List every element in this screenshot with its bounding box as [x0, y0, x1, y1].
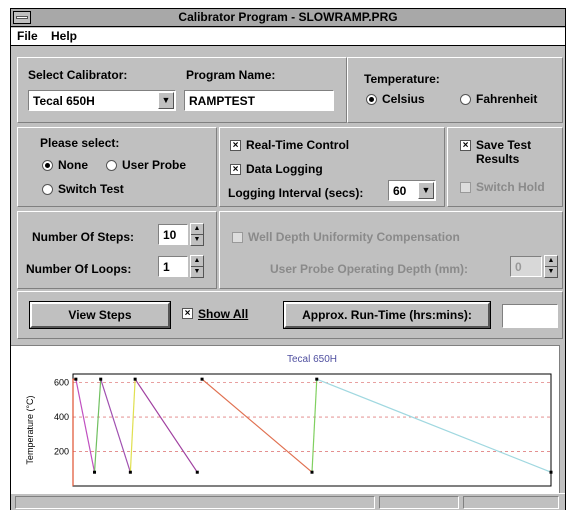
y-tick-label-0: 200: [54, 447, 69, 457]
celsius-radio[interactable]: [366, 94, 377, 105]
chevron-down-icon[interactable]: ▼: [191, 234, 203, 244]
data-point-0: [74, 377, 78, 381]
number-of-loops-label: Number Of Loops:: [26, 262, 132, 276]
number-of-steps-input[interactable]: 10: [158, 224, 188, 245]
vertical-scrollbar[interactable]: [559, 345, 565, 493]
show-all-label[interactable]: Show All: [198, 307, 248, 321]
data-point-1: [93, 470, 97, 474]
title-bar[interactable]: Calibrator Program - SLOWRAMP.PRG: [11, 9, 565, 27]
probe-depth-input[interactable]: 0: [510, 256, 542, 277]
data-point-4: [133, 377, 137, 381]
number-of-loops-value: 1: [163, 260, 170, 274]
status-cell-3: [463, 496, 559, 509]
menu-help[interactable]: Help: [51, 29, 77, 43]
chevron-down-icon[interactable]: ▼: [191, 266, 203, 276]
data-logging-label[interactable]: Data Logging: [246, 162, 323, 176]
data-point-5: [195, 470, 199, 474]
calibrator-window: Calibrator Program - SLOWRAMP.PRG File H…: [10, 8, 566, 510]
chart-title: Tecal 650H: [287, 354, 337, 365]
calibrator-select-value: Tecal 650H: [33, 94, 95, 108]
well-depth-label: Well Depth Uniformity Compensation: [248, 230, 460, 244]
none-label[interactable]: None: [58, 158, 88, 172]
actions-group: View Steps × Show All Approx. Run-Time (…: [17, 291, 563, 339]
select-calibrator-label: Select Calibrator:: [28, 68, 128, 82]
data-point-2: [99, 377, 103, 381]
program-name-input[interactable]: RAMPTEST: [184, 90, 334, 111]
chart-panel: Tecal 650H 200 400 600 Temperature (°C): [11, 345, 565, 493]
save-group: × Save Test Results Switch Hold: [447, 127, 563, 207]
chevron-down-icon[interactable]: ▼: [158, 92, 174, 109]
status-cell-1: [15, 496, 375, 509]
please-select-group: Please select: None User Probe Switch Te…: [17, 127, 217, 207]
program-name-value: RAMPTEST: [189, 94, 255, 108]
temperature-label: Temperature:: [364, 72, 440, 86]
temperature-group: Temperature: Celsius Fahrenheit: [347, 57, 563, 123]
fahrenheit-label[interactable]: Fahrenheit: [476, 92, 537, 106]
chevron-down-icon[interactable]: ▼: [418, 182, 434, 199]
switch-hold-checkbox[interactable]: [460, 182, 471, 193]
loops-stepper[interactable]: ▲ ▼: [190, 255, 204, 278]
view-steps-button[interactable]: View Steps: [29, 301, 171, 329]
control-group: × Real-Time Control × Data Logging Loggi…: [219, 127, 445, 207]
switch-test-label[interactable]: Switch Test: [58, 182, 124, 196]
status-cell-2: [379, 496, 459, 509]
fahrenheit-radio[interactable]: [460, 94, 471, 105]
save-results-checkbox[interactable]: ×: [460, 140, 471, 151]
show-all-checkbox[interactable]: ×: [182, 308, 193, 319]
switch-hold-label: Switch Hold: [476, 180, 545, 194]
probe-depth-value: 0: [515, 260, 522, 274]
window-title: Calibrator Program - SLOWRAMP.PRG: [178, 10, 398, 24]
temperature-chart: Tecal 650H 200 400 600 Temperature (°C): [25, 354, 553, 487]
user-probe-label[interactable]: User Probe: [122, 158, 186, 172]
program-name-label: Program Name:: [186, 68, 276, 82]
user-probe-radio[interactable]: [106, 160, 117, 171]
data-logging-checkbox[interactable]: ×: [230, 164, 241, 175]
data-point-9: [549, 470, 553, 474]
celsius-label[interactable]: Celsius: [382, 92, 425, 106]
runtime-output: [502, 304, 558, 328]
save-results-label[interactable]: Save Test Results: [476, 138, 556, 166]
chevron-down-icon[interactable]: ▼: [545, 266, 557, 276]
runtime-button[interactable]: Approx. Run-Time (hrs:mins):: [283, 301, 491, 329]
status-bar: [11, 493, 565, 510]
well-depth-checkbox[interactable]: [232, 232, 243, 243]
logging-interval-select[interactable]: 60 ▼: [388, 180, 436, 201]
probe-depth-label: User Probe Operating Depth (mm):: [270, 262, 469, 276]
chevron-up-icon[interactable]: ▲: [191, 256, 203, 266]
data-point-8: [315, 377, 319, 381]
y-axis-label: Temperature (°C): [25, 395, 35, 464]
data-point-6: [200, 377, 204, 381]
menu-file[interactable]: File: [17, 29, 38, 43]
y-tick-label-1: 400: [54, 412, 69, 422]
calibrator-group: Select Calibrator: Tecal 650H ▼ Program …: [17, 57, 347, 123]
calibrator-select[interactable]: Tecal 650H ▼: [28, 90, 176, 111]
chevron-up-icon[interactable]: ▲: [191, 224, 203, 234]
data-point-7: [310, 470, 314, 474]
realtime-label[interactable]: Real-Time Control: [246, 138, 349, 152]
depth-stepper[interactable]: ▲ ▼: [544, 255, 558, 278]
number-of-steps-value: 10: [163, 228, 177, 242]
steps-stepper[interactable]: ▲ ▼: [190, 223, 204, 246]
menu-bar: File Help: [11, 28, 565, 46]
realtime-checkbox[interactable]: ×: [230, 140, 241, 151]
switch-test-radio[interactable]: [42, 184, 53, 195]
none-radio[interactable]: [42, 160, 53, 171]
steps-group: Number Of Steps: 10 ▲ ▼ Number Of Loops: …: [17, 211, 217, 289]
y-tick-label-2: 600: [54, 378, 69, 388]
well-depth-group: Well Depth Uniformity Compensation User …: [219, 211, 563, 289]
number-of-steps-label: Number Of Steps:: [32, 230, 135, 244]
please-select-label: Please select:: [40, 136, 120, 150]
data-point-3: [128, 470, 132, 474]
chevron-up-icon[interactable]: ▲: [545, 256, 557, 266]
logging-interval-value: 60: [393, 184, 407, 198]
logging-interval-label: Logging Interval (secs):: [228, 186, 364, 200]
number-of-loops-input[interactable]: 1: [158, 256, 188, 277]
